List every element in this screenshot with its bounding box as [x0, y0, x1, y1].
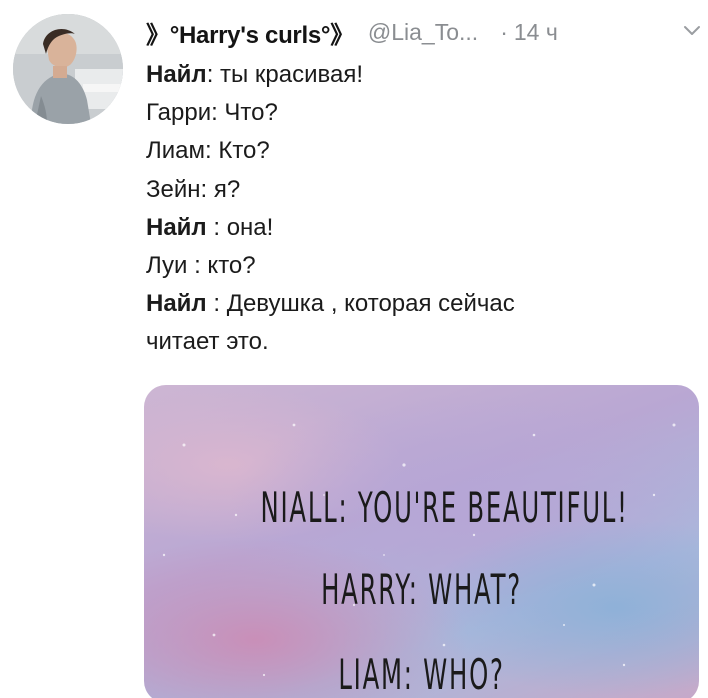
separator-dot: · — [500, 18, 508, 45]
line-text: читает это. — [146, 328, 269, 356]
image-text-line: HARRY: WHAT? — [321, 565, 522, 614]
line-text: : она! — [206, 213, 274, 241]
line-text: Лиам: Кто? — [146, 137, 270, 165]
line-text: : Девушка , которая сейчас — [206, 290, 515, 318]
line-text: : ты красивая! — [206, 61, 364, 88]
timestamp[interactable]: 14 ч — [514, 19, 558, 46]
tweet-line: Найл : она! — [146, 209, 666, 247]
tweet-line: читает это. — [146, 323, 666, 361]
avatar-photo — [13, 14, 123, 124]
chevron-down-icon[interactable] — [680, 20, 704, 42]
tweet-text: Найл: ты красивая! Гарри: Что? Лиам: Кто… — [146, 56, 666, 362]
tweet-line: Найл : Девушка , которая сейчас — [146, 285, 666, 323]
image-text-line: LIAM: WHO? — [338, 650, 505, 698]
line-text: Гарри: Что? — [146, 99, 278, 127]
tweet-line: Луи : кто? — [146, 247, 666, 285]
tweet-header: 》°Harry's curls°》 @Lia_To... · 14 ч — [146, 12, 706, 52]
tweet: 》°Harry's curls°》 @Lia_To... · 14 ч Найл… — [0, 0, 708, 698]
line-text: Зейн: я? — [146, 175, 241, 203]
image-text-line: NIALL: YOU'RE BEAUTIFUL! — [260, 483, 629, 532]
user-handle[interactable]: @Lia_To... — [368, 19, 478, 46]
line-text: Луи : кто? — [146, 251, 256, 279]
tweet-line: Зейн: я? — [146, 171, 666, 209]
tweet-line: Найл: ты красивая! — [146, 56, 666, 94]
speaker-name: Найл — [146, 61, 207, 88]
tweet-line: Гарри: Что? — [146, 94, 666, 132]
avatar[interactable] — [13, 14, 123, 124]
speaker-name: Найл — [146, 290, 207, 318]
tweet-line: Лиам: Кто? — [146, 132, 666, 170]
tweet-image[interactable]: NIALL: YOU'RE BEAUTIFUL! HARRY: WHAT? LI… — [144, 385, 699, 698]
display-name[interactable]: 》°Harry's curls°》 — [146, 15, 354, 50]
speaker-name: Найл — [146, 213, 207, 241]
